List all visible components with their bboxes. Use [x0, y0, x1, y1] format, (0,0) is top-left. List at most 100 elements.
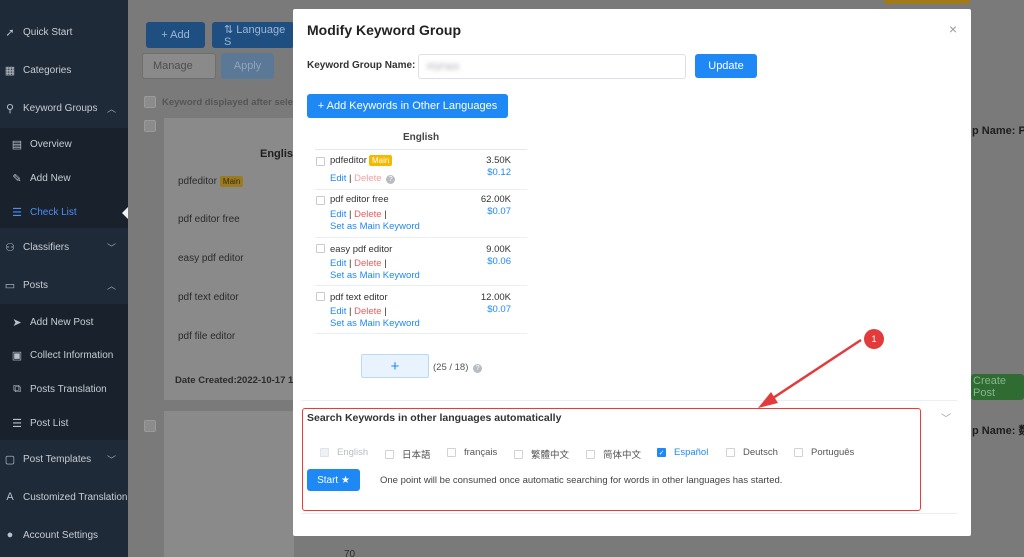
sidebar-item-label: Overview	[30, 138, 72, 150]
edit-link[interactable]: Edit	[330, 258, 346, 269]
group-name-bg: p Name: P	[972, 125, 1024, 137]
keyword-row: easy pdf editor Edit | Delete | Set as M…	[315, 238, 527, 286]
translate-icon: ⧉	[13, 382, 21, 395]
template-icon: ▢	[4, 453, 16, 466]
update-button[interactable]: Update	[695, 54, 757, 78]
checkbox[interactable]	[144, 120, 156, 132]
sidebar-item-post-list[interactable]: ☰ Post List	[0, 407, 128, 439]
keyword-name: pdf text editor	[330, 292, 388, 303]
rocket-icon: ➚	[5, 26, 15, 39]
keyword-row: pdf editor free Edit | Delete | Set as M…	[315, 190, 527, 238]
set-main-keyword-link[interactable]: Set as Main Keyword	[330, 318, 420, 329]
delete-link[interactable]: Delete	[354, 306, 381, 317]
language-button-bg[interactable]: ⇅ Language S	[212, 22, 294, 48]
dialog-title: Modify Keyword Group	[307, 22, 461, 38]
user-icon: ●	[6, 529, 14, 541]
edit-link[interactable]: Edit	[330, 173, 346, 184]
sidebar-item-label: Categories	[23, 64, 72, 76]
highlight-box	[302, 408, 921, 511]
delete-link[interactable]: Delete	[354, 209, 381, 220]
chevron-down-icon: ﹀	[106, 454, 116, 465]
sidebar-item-add-new[interactable]: ✎ Add New	[0, 162, 128, 194]
sidebar-item-posts[interactable]: ▭ Posts ︿	[0, 269, 128, 301]
sidebar-item-overview[interactable]: ▤ Overview	[0, 128, 128, 160]
checkbox[interactable]	[144, 96, 156, 108]
sidebar-item-label: Posts	[23, 279, 49, 291]
keyword-table-header: English	[315, 132, 527, 150]
add-button-bg[interactable]: + Add	[146, 22, 205, 48]
input-value: PDFWX	[427, 61, 460, 72]
manage-select-bg[interactable]: Manage	[142, 53, 216, 79]
top-accent-bar	[884, 0, 970, 4]
add-keywords-other-languages-button[interactable]: + Add Keywords in Other Languages	[307, 94, 508, 118]
delete-link[interactable]: Delete	[354, 258, 381, 269]
keyword-row: pdf text editor Edit | Delete | Set as M…	[315, 286, 527, 334]
sidebar-item-check-list[interactable]: ☰ Check List	[0, 196, 128, 228]
annotation-badge: 1	[864, 329, 884, 349]
keyword-checkbox[interactable]	[316, 157, 325, 166]
help-icon[interactable]: ?	[473, 364, 483, 373]
keyword-cpc: $0.07	[487, 304, 511, 315]
edit-link[interactable]: Edit	[330, 209, 346, 220]
send-icon: ➤	[12, 316, 22, 329]
sidebar-item-collect-information[interactable]: ▣ Collect Information	[0, 339, 128, 371]
sidebar-item-categories[interactable]: ▦ Categories	[0, 54, 128, 86]
main-badge: Main	[368, 155, 393, 166]
sidebar-item-label: Post List	[30, 417, 69, 429]
list-icon: ☰	[12, 417, 22, 430]
keyword-cpc: $0.07	[487, 206, 511, 217]
create-post-button-bg[interactable]: Create Post	[971, 374, 1024, 400]
sidebar-item-label: Post Templates	[23, 453, 92, 465]
apply-button-bg[interactable]: Apply	[221, 53, 274, 79]
sidebar-item-post-templates[interactable]: ▢ Post Templates ﹀	[0, 443, 128, 475]
sidebar-item-posts-translation[interactable]: ⧉ Posts Translation	[0, 373, 128, 405]
document-icon: ▤	[11, 138, 23, 151]
help-icon[interactable]: ?	[386, 175, 396, 184]
bg-row: easy pdf editor	[178, 253, 244, 264]
sidebar: ➚ Quick Start ▦ Categories ⚲ Keyword Groups…	[0, 0, 128, 557]
hierarchy-icon: ⚇	[5, 241, 15, 254]
keyword-volume: 9.00K	[486, 244, 511, 255]
group-name-bg: p Name: 数	[972, 425, 1024, 437]
keyword-group-name-input[interactable]: PDFWX	[418, 54, 686, 79]
sidebar-item-customized-translation[interactable]: A Customized Translation	[0, 481, 128, 513]
sidebar-item-label: Collect Information	[30, 349, 114, 361]
bg-row: pdfeditor Main	[178, 176, 244, 187]
keyword-checkbox[interactable]	[316, 196, 325, 205]
checkbox[interactable]	[144, 420, 156, 432]
sidebar-item-label: Classifiers	[23, 241, 70, 253]
keyword-volume: 62.00K	[480, 194, 511, 205]
close-icon[interactable]: ×	[949, 21, 957, 37]
col-header-bg: Englis	[260, 148, 294, 160]
sidebar-item-label: Posts Translation	[30, 383, 107, 395]
edit-link[interactable]: Edit	[330, 306, 346, 317]
delete-link[interactable]: Delete	[354, 173, 381, 184]
sidebar-item-quick-start[interactable]: ➚ Quick Start	[0, 16, 128, 48]
bg-number: 70	[344, 549, 356, 557]
keyword-checkbox[interactable]	[316, 244, 325, 253]
sidebar-item-account-settings[interactable]: ● Account Settings	[0, 519, 128, 551]
keyword-group-name-label: Keyword Group Name:	[307, 60, 416, 71]
chevron-down-icon: ﹀	[106, 242, 116, 253]
keyword-volume: 3.50K	[486, 155, 511, 166]
sidebar-item-label: Add New	[30, 172, 71, 184]
sidebar-item-label: Keyword Groups	[23, 102, 98, 114]
sidebar-item-keyword-groups[interactable]: ⚲ Keyword Groups ︿	[0, 92, 128, 124]
keyword-cpc: $0.12	[487, 167, 511, 178]
chevron-up-icon: ︿	[106, 103, 116, 114]
folder-icon: ▭	[4, 279, 16, 292]
set-main-keyword-link[interactable]: Set as Main Keyword	[330, 270, 420, 281]
add-keyword-button[interactable]: +	[361, 354, 429, 378]
sidebar-item-add-new-post[interactable]: ➤ Add New Post	[0, 306, 128, 338]
keyword-checkbox[interactable]	[316, 292, 325, 301]
sidebar-item-classifiers[interactable]: ⚇ Classifiers ﹀	[0, 231, 128, 263]
date-created-bg: Date Created:2022-10-17 1	[175, 375, 294, 386]
set-main-keyword-link[interactable]: Set as Main Keyword	[330, 221, 420, 232]
keyword-note-bg: Keyword displayed after sele	[162, 97, 293, 108]
bg-row: pdf text editor	[178, 292, 239, 303]
chevron-down-icon[interactable]: ﹀	[941, 410, 951, 425]
sidebar-item-label: Customized Translation	[23, 491, 128, 503]
keyword-name: pdf editor free	[330, 194, 389, 205]
bg-row: pdf editor free	[178, 214, 240, 225]
sidebar-item-label: Quick Start	[23, 26, 73, 38]
